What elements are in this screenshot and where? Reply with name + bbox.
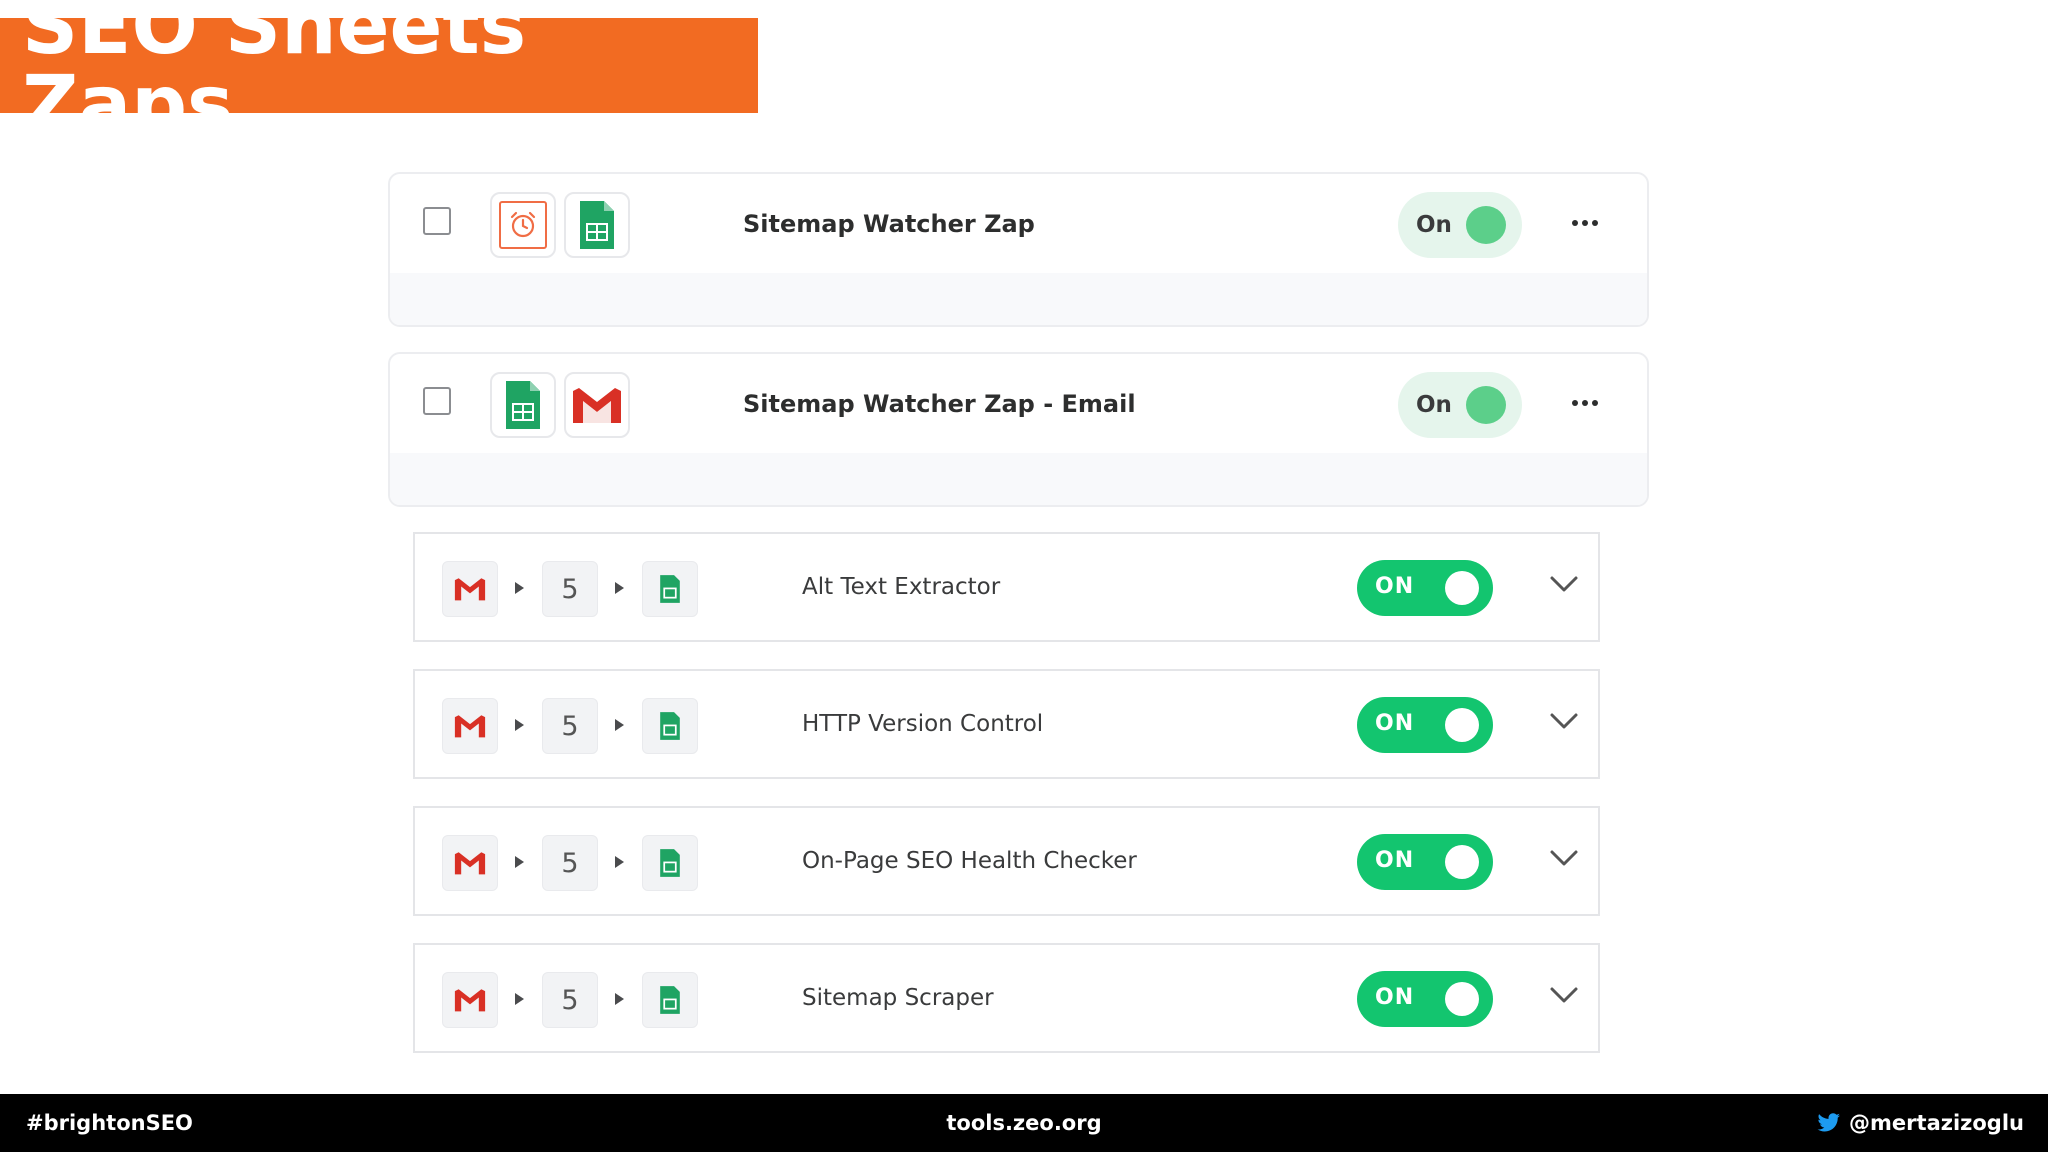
alarm-clock-icon bbox=[499, 201, 547, 249]
toggle-knob bbox=[1466, 386, 1506, 424]
google-sheets-icon bbox=[660, 986, 680, 1014]
step-count-tile: 5 bbox=[542, 835, 598, 891]
google-sheets-icon bbox=[506, 381, 540, 429]
arrow-right-icon bbox=[615, 856, 624, 868]
card-footer-strip bbox=[390, 273, 1647, 325]
zap-name[interactable]: Alt Text Extractor bbox=[802, 574, 1000, 600]
title-banner: SEO Sheets Zaps bbox=[0, 0, 758, 144]
step-count-tile: 5 bbox=[542, 698, 598, 754]
zap-name[interactable]: On-Page SEO Health Checker bbox=[802, 848, 1137, 874]
action-app-tile bbox=[642, 972, 698, 1028]
toggle-knob bbox=[1445, 982, 1479, 1016]
action-app-tile bbox=[642, 561, 698, 617]
status-toggle[interactable]: ON bbox=[1357, 834, 1493, 890]
toggle-knob bbox=[1445, 571, 1479, 605]
arrow-right-icon bbox=[515, 856, 524, 868]
status-toggle[interactable]: ON bbox=[1357, 971, 1493, 1027]
footer-bar: #brightonSEO tools.zeo.org @mertazizoglu bbox=[0, 1094, 2048, 1152]
toggle-knob bbox=[1445, 845, 1479, 879]
step-count-tile: 5 bbox=[542, 972, 598, 1028]
footer-url: tools.zeo.org bbox=[946, 1111, 1102, 1135]
status-label: ON bbox=[1375, 711, 1415, 736]
twitter-icon bbox=[1817, 1113, 1841, 1132]
zap-row-sitemap-scraper[interactable]: 5 Sitemap Scraper ON bbox=[413, 943, 1600, 1053]
zap-name[interactable]: Sitemap Scraper bbox=[802, 985, 994, 1011]
google-sheets-icon bbox=[660, 575, 680, 603]
status-label: ON bbox=[1375, 574, 1415, 599]
trigger-app-tile bbox=[442, 972, 498, 1028]
action-app-tile bbox=[642, 698, 698, 754]
zap-row-alt-text-extractor[interactable]: 5 Alt Text Extractor ON bbox=[413, 532, 1600, 642]
toggle-knob bbox=[1466, 206, 1506, 244]
status-label: On bbox=[1416, 212, 1452, 238]
step-count: 5 bbox=[561, 847, 579, 879]
chevron-down-icon[interactable] bbox=[1549, 985, 1579, 1005]
action-app-tile bbox=[642, 835, 698, 891]
arrow-right-icon bbox=[615, 993, 624, 1005]
step-count-tile: 5 bbox=[542, 561, 598, 617]
status-toggle[interactable]: On bbox=[1398, 372, 1522, 438]
google-sheets-icon bbox=[660, 849, 680, 877]
zap-name[interactable]: Sitemap Watcher Zap - Email bbox=[743, 390, 1136, 418]
chevron-down-icon[interactable] bbox=[1549, 574, 1579, 594]
zap-row-http-version-control[interactable]: 5 HTTP Version Control ON bbox=[413, 669, 1600, 779]
gmail-icon bbox=[573, 388, 621, 423]
page-title: SEO Sheets Zaps bbox=[22, 0, 527, 150]
google-sheets-icon bbox=[580, 201, 614, 249]
step-count: 5 bbox=[561, 984, 579, 1016]
chevron-down-icon[interactable] bbox=[1549, 848, 1579, 868]
status-label: ON bbox=[1375, 848, 1415, 873]
gmail-icon bbox=[454, 715, 486, 738]
arrow-right-icon bbox=[515, 719, 524, 731]
status-toggle[interactable]: ON bbox=[1357, 560, 1493, 616]
status-label: ON bbox=[1375, 985, 1415, 1010]
arrow-right-icon bbox=[615, 582, 624, 594]
gmail-icon bbox=[454, 989, 486, 1012]
more-options-icon[interactable] bbox=[1572, 398, 1598, 408]
google-sheets-icon bbox=[660, 712, 680, 740]
toggle-knob bbox=[1445, 708, 1479, 742]
zap-name[interactable]: HTTP Version Control bbox=[802, 711, 1043, 737]
more-options-icon[interactable] bbox=[1572, 218, 1598, 228]
gmail-icon bbox=[454, 578, 486, 601]
app-tile bbox=[490, 372, 556, 438]
trigger-app-tile bbox=[442, 835, 498, 891]
zap-card-sitemap-watcher-email[interactable]: Sitemap Watcher Zap - Email On bbox=[388, 352, 1649, 507]
zap-row-on-page-seo-health-checker[interactable]: 5 On-Page SEO Health Checker ON bbox=[413, 806, 1600, 916]
arrow-right-icon bbox=[515, 582, 524, 594]
app-tile bbox=[564, 192, 630, 258]
zap-name[interactable]: Sitemap Watcher Zap bbox=[743, 210, 1035, 238]
step-count: 5 bbox=[561, 573, 579, 605]
select-checkbox[interactable] bbox=[423, 387, 451, 415]
app-tile bbox=[564, 372, 630, 438]
arrow-right-icon bbox=[515, 993, 524, 1005]
select-checkbox[interactable] bbox=[423, 207, 451, 235]
footer-twitter-handle: @mertazizoglu bbox=[1849, 1111, 2024, 1135]
status-label: On bbox=[1416, 392, 1452, 418]
trigger-app-tile bbox=[442, 561, 498, 617]
footer-handle-group: @mertazizoglu bbox=[1817, 1111, 2024, 1135]
status-toggle[interactable]: On bbox=[1398, 192, 1522, 258]
gmail-icon bbox=[454, 852, 486, 875]
step-count: 5 bbox=[561, 710, 579, 742]
app-tile bbox=[490, 192, 556, 258]
zap-card-sitemap-watcher[interactable]: Sitemap Watcher Zap On bbox=[388, 172, 1649, 327]
chevron-down-icon[interactable] bbox=[1549, 711, 1579, 731]
arrow-right-icon bbox=[615, 719, 624, 731]
trigger-app-tile bbox=[442, 698, 498, 754]
card-footer-strip bbox=[390, 453, 1647, 505]
status-toggle[interactable]: ON bbox=[1357, 697, 1493, 753]
